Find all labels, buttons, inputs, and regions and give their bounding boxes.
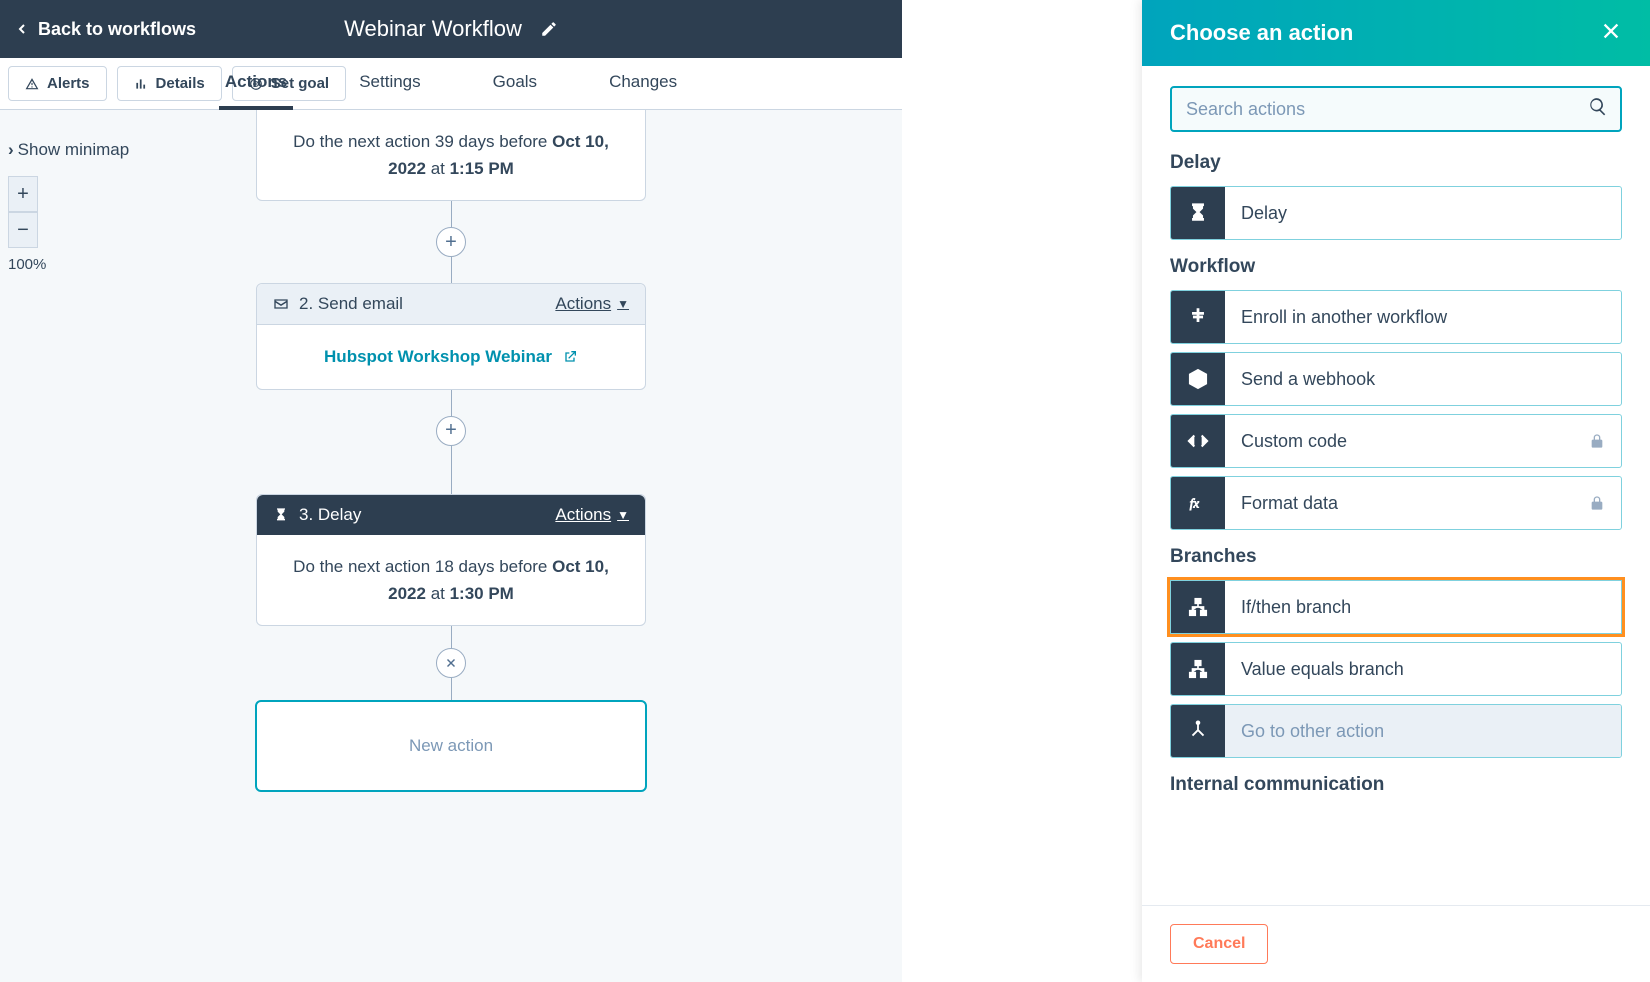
action-custom-code[interactable]: Custom code <box>1170 414 1622 468</box>
action-custom-code-label: Custom code <box>1225 415 1589 467</box>
action-enroll-workflow[interactable]: Enroll in another workflow <box>1170 290 1622 344</box>
edit-title-icon[interactable] <box>540 20 558 38</box>
action-if-then-label: If/then branch <box>1225 581 1621 633</box>
show-minimap-toggle[interactable]: › Show minimap <box>8 140 129 160</box>
chevron-right-icon: › <box>8 140 14 160</box>
action-enroll-label: Enroll in another workflow <box>1225 291 1621 343</box>
workflow-flow: Do the next action 39 days before Oct 10… <box>256 110 646 786</box>
lock-icon <box>1589 433 1605 449</box>
connector <box>451 201 452 227</box>
tab-actions[interactable]: Actions <box>219 58 293 110</box>
connector <box>451 626 452 648</box>
svg-text:fx: fx <box>1190 497 1200 511</box>
workflow-title: Webinar Workflow <box>344 16 522 42</box>
toolbar: Alerts Details Set goal Actions Settings… <box>0 58 902 110</box>
panel-title: Choose an action <box>1170 20 1353 46</box>
delay-node-1-body: Do the next action 39 days before Oct 10… <box>257 110 645 200</box>
alerts-label: Alerts <box>47 75 90 92</box>
delay-node-3-actions-menu[interactable]: Actions ▼ <box>555 505 629 525</box>
connector <box>451 678 452 700</box>
email-icon <box>273 296 289 312</box>
action-goto-label: Go to other action <box>1225 705 1621 757</box>
caret-down-icon: ▼ <box>617 297 629 311</box>
add-step-button[interactable]: + <box>436 227 466 257</box>
choose-action-panel: Choose an action Delay Delay Workflow En… <box>1142 0 1650 982</box>
group-workflow-label: Workflow <box>1170 256 1622 278</box>
action-goto-other[interactable]: Go to other action <box>1170 704 1622 758</box>
action-if-then-branch[interactable]: If/then branch <box>1170 580 1622 634</box>
tab-changes[interactable]: Changes <box>603 58 683 110</box>
new-action-placeholder[interactable]: New action <box>255 700 647 792</box>
external-link-icon <box>562 349 578 365</box>
x-icon <box>444 656 458 670</box>
goto-icon <box>1187 720 1209 742</box>
search-icon <box>1588 97 1608 122</box>
bar-chart-icon <box>134 77 148 91</box>
panel-close-button[interactable] <box>1600 20 1622 47</box>
panel-body: Delay Delay Workflow Enroll in another w… <box>1142 66 1650 905</box>
delay-node-3-body: Do the next action 18 days before Oct 10… <box>257 535 645 625</box>
zoom-out-button[interactable]: − <box>8 212 38 248</box>
panel-footer: Cancel <box>1142 905 1650 982</box>
details-label: Details <box>156 75 205 92</box>
canvas-tools: › Show minimap + − 100% <box>8 140 129 273</box>
action-webhook-label: Send a webhook <box>1225 353 1621 405</box>
back-to-workflows-link[interactable]: Back to workflows <box>14 19 196 40</box>
group-internal-label: Internal communication <box>1170 774 1622 796</box>
chevron-left-icon <box>14 21 30 37</box>
close-icon <box>1600 20 1622 42</box>
zoom-in-button[interactable]: + <box>8 176 38 212</box>
group-branches-label: Branches <box>1170 546 1622 568</box>
action-format-data[interactable]: fx Format data <box>1170 476 1622 530</box>
fx-icon: fx <box>1187 492 1209 514</box>
tab-goals[interactable]: Goals <box>487 58 543 110</box>
connector <box>451 257 452 283</box>
delay-node-3-title: 3. Delay <box>299 505 361 525</box>
cube-icon <box>1187 368 1209 390</box>
delay-node-3-header: 3. Delay Actions ▼ <box>257 495 645 535</box>
alerts-button[interactable]: Alerts <box>8 66 107 101</box>
send-email-node[interactable]: 2. Send email Actions ▼ Hubspot Workshop… <box>256 283 646 389</box>
webinar-email-link[interactable]: Hubspot Workshop Webinar <box>324 343 578 370</box>
branch-icon <box>1187 596 1209 618</box>
tab-settings[interactable]: Settings <box>353 58 426 110</box>
workflow-canvas[interactable]: › Show minimap + − 100% Do the next acti… <box>0 110 902 982</box>
send-email-title: 2. Send email <box>299 294 403 314</box>
group-delay-label: Delay <box>1170 152 1622 174</box>
caret-down-icon: ▼ <box>617 508 629 522</box>
action-value-equals-label: Value equals branch <box>1225 643 1621 695</box>
search-actions-input[interactable] <box>1170 86 1622 132</box>
lock-icon <box>1589 495 1605 511</box>
hourglass-icon <box>1187 202 1209 224</box>
delay-node-3[interactable]: 3. Delay Actions ▼ Do the next action 18… <box>256 494 646 626</box>
add-step-button[interactable]: + <box>436 416 466 446</box>
details-button[interactable]: Details <box>117 66 222 101</box>
action-delay[interactable]: Delay <box>1170 186 1622 240</box>
action-send-webhook[interactable]: Send a webhook <box>1170 352 1622 406</box>
hourglass-icon <box>273 507 289 523</box>
connector <box>451 390 452 416</box>
sitemap-icon <box>1187 306 1209 328</box>
action-delay-label: Delay <box>1225 187 1621 239</box>
send-email-header: 2. Send email Actions ▼ <box>257 284 645 325</box>
back-label: Back to workflows <box>38 19 196 40</box>
delay-node-1[interactable]: Do the next action 39 days before Oct 10… <box>256 110 646 201</box>
app-header: Back to workflows Webinar Workflow <box>0 0 902 58</box>
panel-header: Choose an action <box>1142 0 1650 66</box>
connector <box>451 446 452 494</box>
code-icon <box>1187 430 1209 452</box>
cancel-button[interactable]: Cancel <box>1170 924 1268 964</box>
action-format-data-label: Format data <box>1225 477 1589 529</box>
show-minimap-label: Show minimap <box>18 140 130 160</box>
send-email-actions-menu[interactable]: Actions ▼ <box>555 294 629 314</box>
zoom-level: 100% <box>8 256 129 273</box>
action-value-equals-branch[interactable]: Value equals branch <box>1170 642 1622 696</box>
alert-icon <box>25 77 39 91</box>
branch-icon <box>1187 658 1209 680</box>
remove-step-button[interactable] <box>436 648 466 678</box>
